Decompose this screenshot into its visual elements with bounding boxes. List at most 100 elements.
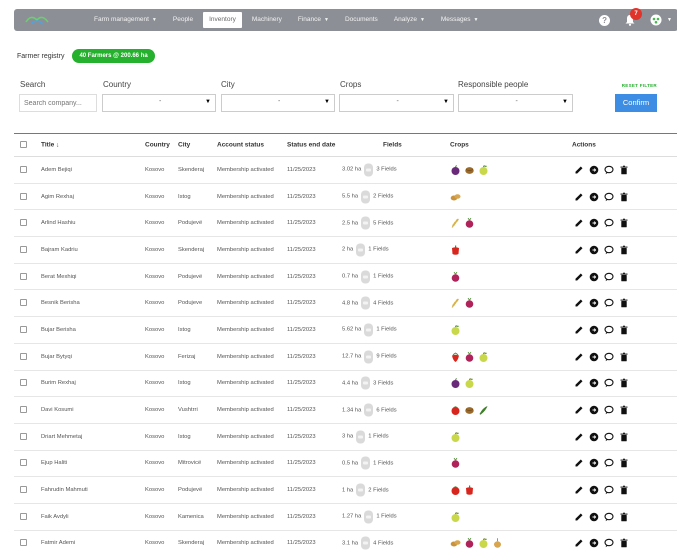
trash-icon[interactable] — [619, 245, 629, 255]
fields-count[interactable]: 4 Fields — [373, 300, 393, 306]
search-input[interactable] — [19, 94, 97, 112]
farmer-name[interactable]: Burim Rexhaj — [41, 380, 76, 386]
confirm-button[interactable]: Confirm — [615, 94, 657, 112]
fields-toggle[interactable] — [361, 536, 371, 550]
fields-toggle[interactable] — [364, 510, 374, 524]
help-icon[interactable]: ? — [599, 14, 611, 26]
chat-icon[interactable] — [604, 272, 614, 282]
view-icon[interactable] — [589, 192, 599, 202]
farmer-name[interactable]: Davi Kosumi — [41, 407, 74, 413]
edit-icon[interactable] — [574, 378, 584, 388]
fields-toggle[interactable] — [361, 270, 371, 284]
fields-count[interactable]: 6 Fields — [376, 407, 396, 413]
fields-toggle[interactable] — [361, 296, 371, 310]
edit-icon[interactable] — [574, 352, 584, 362]
edit-icon[interactable] — [574, 538, 584, 548]
fields-count[interactable]: 1 Fields — [376, 327, 396, 333]
responsible-select[interactable]: - ▼ — [458, 94, 573, 112]
row-checkbox[interactable] — [20, 406, 27, 414]
trash-icon[interactable] — [619, 485, 629, 495]
view-icon[interactable] — [589, 325, 599, 335]
chat-icon[interactable] — [604, 485, 614, 495]
trash-icon[interactable] — [619, 192, 629, 202]
farmer-name[interactable]: Faik Avdyli — [41, 514, 69, 520]
farmer-name[interactable]: Besnik Berisha — [41, 300, 80, 306]
edit-icon[interactable] — [574, 245, 584, 255]
edit-icon[interactable] — [574, 218, 584, 228]
farmer-name[interactable]: Adem Bejiqi — [41, 167, 72, 173]
view-icon[interactable] — [589, 352, 599, 362]
trash-icon[interactable] — [619, 165, 629, 175]
chat-icon[interactable] — [604, 192, 614, 202]
nav-item-inventory[interactable]: Inventory — [203, 12, 242, 28]
fields-toggle[interactable] — [364, 403, 374, 417]
chat-icon[interactable] — [604, 405, 614, 415]
column-title[interactable]: Title ↓ — [41, 142, 59, 149]
edit-icon[interactable] — [574, 512, 584, 522]
view-icon[interactable] — [589, 512, 599, 522]
select-all-checkbox[interactable] — [20, 141, 27, 148]
view-icon[interactable] — [589, 272, 599, 282]
fields-count[interactable]: 1 Fields — [373, 274, 393, 280]
app-logo[interactable] — [18, 9, 56, 31]
chat-icon[interactable] — [604, 218, 614, 228]
trash-icon[interactable] — [619, 352, 629, 362]
chat-icon[interactable] — [604, 538, 614, 548]
chat-icon[interactable] — [604, 165, 614, 175]
fields-toggle[interactable] — [356, 430, 366, 444]
fields-count[interactable]: 1 Fields — [368, 434, 388, 440]
nav-item-finance[interactable]: Finance ▼ — [290, 9, 337, 31]
city-select[interactable]: - ▼ — [221, 94, 335, 112]
trash-icon[interactable] — [619, 405, 629, 415]
farmer-name[interactable]: Arlind Hashiu — [41, 220, 75, 226]
row-checkbox[interactable] — [20, 432, 27, 440]
row-checkbox[interactable] — [20, 539, 27, 547]
fields-count[interactable]: 9 Fields — [376, 354, 396, 360]
row-checkbox[interactable] — [20, 352, 27, 360]
fields-toggle[interactable] — [361, 376, 371, 390]
edit-icon[interactable] — [574, 432, 584, 442]
trash-icon[interactable] — [619, 458, 629, 468]
edit-icon[interactable] — [574, 458, 584, 468]
fields-count[interactable]: 1 Fields — [368, 247, 388, 253]
reset-filter-link[interactable]: RESET FILTER — [622, 83, 657, 88]
fields-count[interactable]: 3 Fields — [376, 167, 396, 173]
chat-icon[interactable] — [604, 512, 614, 522]
trash-icon[interactable] — [619, 298, 629, 308]
nav-item-analyze[interactable]: Analyze ▼ — [386, 9, 433, 31]
view-icon[interactable] — [589, 245, 599, 255]
view-icon[interactable] — [589, 218, 599, 228]
fields-count[interactable]: 3 Fields — [373, 380, 393, 386]
row-checkbox[interactable] — [20, 299, 27, 307]
trash-icon[interactable] — [619, 432, 629, 442]
chat-icon[interactable] — [604, 325, 614, 335]
edit-icon[interactable] — [574, 298, 584, 308]
fields-toggle[interactable] — [364, 323, 374, 337]
country-select[interactable]: - ▼ — [102, 94, 216, 112]
row-checkbox[interactable] — [20, 272, 27, 280]
chat-icon[interactable] — [604, 432, 614, 442]
view-icon[interactable] — [589, 485, 599, 495]
chat-icon[interactable] — [604, 378, 614, 388]
fields-count[interactable]: 2 Fields — [368, 487, 388, 493]
fields-count[interactable]: 1 Fields — [376, 514, 396, 520]
farmer-name[interactable]: Ejup Haliti — [41, 460, 67, 466]
fields-toggle[interactable] — [356, 483, 366, 497]
row-checkbox[interactable] — [20, 486, 27, 494]
fields-count[interactable]: 2 Fields — [373, 194, 393, 200]
farmer-name[interactable]: Fatmir Ademi — [41, 540, 75, 546]
trash-icon[interactable] — [619, 325, 629, 335]
farmer-name[interactable]: Berat Mexhiqi — [41, 274, 76, 280]
chat-icon[interactable] — [604, 352, 614, 362]
notifications-button[interactable]: 7 — [624, 8, 643, 26]
view-icon[interactable] — [589, 458, 599, 468]
trash-icon[interactable] — [619, 378, 629, 388]
chat-icon[interactable] — [604, 458, 614, 468]
farmer-name[interactable]: Bajram Kadriu — [41, 247, 78, 253]
view-icon[interactable] — [589, 538, 599, 548]
edit-icon[interactable] — [574, 165, 584, 175]
crops-select[interactable]: - ▼ — [339, 94, 454, 112]
fields-count[interactable]: 1 Fields — [373, 460, 393, 466]
trash-icon[interactable] — [619, 272, 629, 282]
nav-item-messages[interactable]: Messages ▼ — [433, 9, 487, 31]
